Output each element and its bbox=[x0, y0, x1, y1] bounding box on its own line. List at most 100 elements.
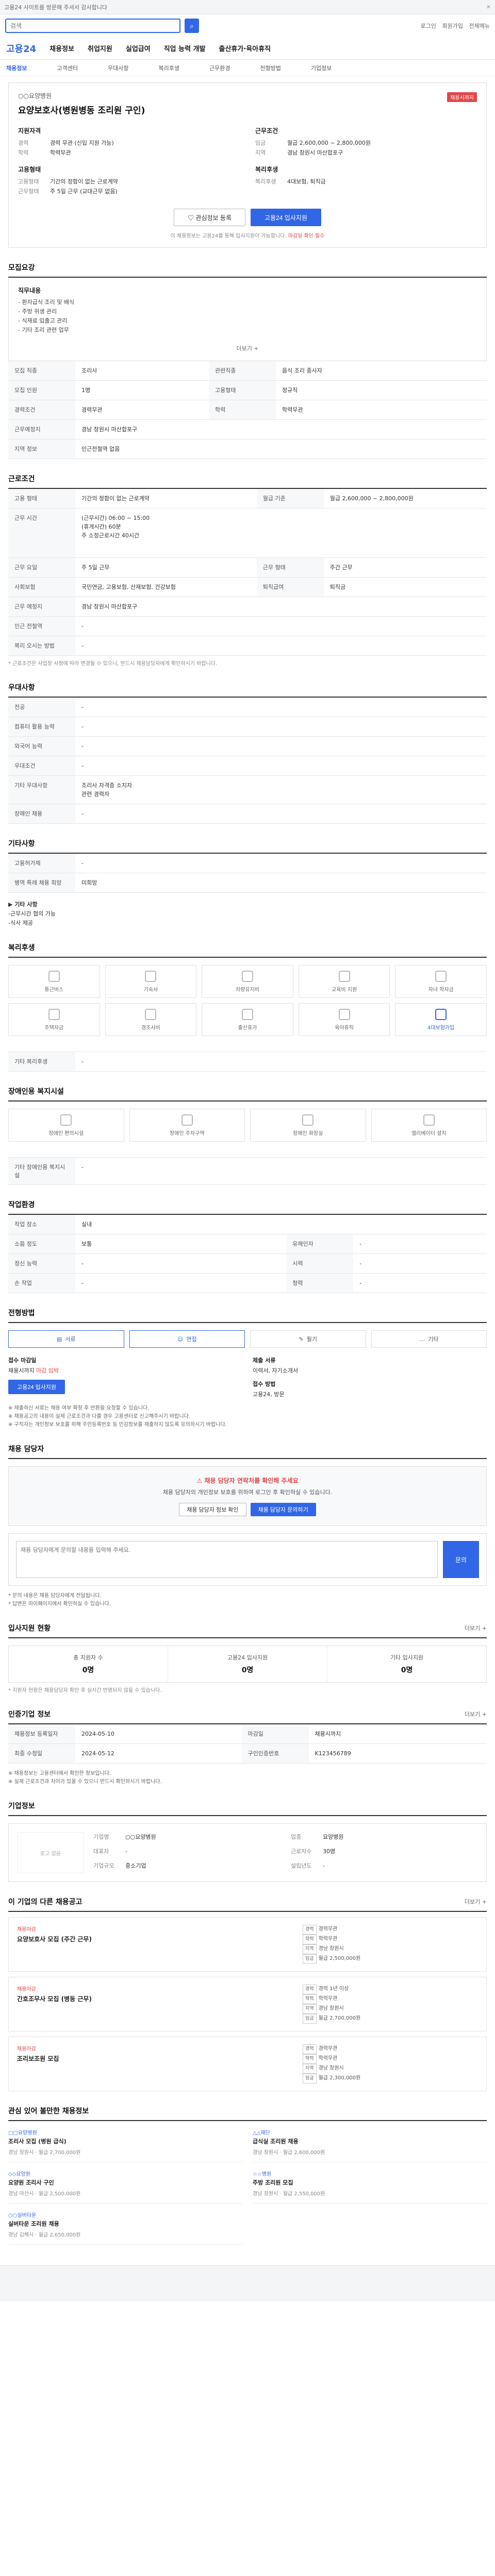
kv-key: 근로자수 bbox=[291, 1848, 312, 1855]
inquiry-submit-button[interactable]: 문의 bbox=[443, 1541, 479, 1578]
table-row: 경력조건 경력무관 학력 학력무관 bbox=[8, 400, 487, 420]
kv-value: 월급 2,600,000 ~ 2,800,000원 bbox=[287, 140, 371, 146]
company-field: 업종 요양병원 bbox=[291, 1832, 478, 1844]
warn-title-text: 채용 담당자 연락처를 확인해 주세요 bbox=[204, 1477, 299, 1484]
welfare-item: 주택자금 bbox=[8, 1003, 100, 1036]
list-item-main: 채용마감 요양보호사 모집 (주간 근무) bbox=[17, 1925, 292, 1964]
list-item[interactable]: ◇◇요양원 요양원 조리사 구인 경남 마산시 · 월급 2,500,000원 bbox=[8, 2170, 242, 2204]
welfare-grid: 통근버스 기숙사 차량유지비 교육비 지원 자녀 학자금 주택자금 경조사비 출… bbox=[8, 965, 487, 1036]
util-join[interactable]: 회원가입 bbox=[442, 23, 463, 29]
contact-warn-box: ⚠ 채용 담당자 연락처를 확인해 주세요 채용 담당자의 개인정보 보호를 위… bbox=[8, 1466, 487, 1526]
section-title: 인증기업 정보 더보기 + bbox=[8, 1709, 487, 1724]
stat-label: 총 지원자 수 bbox=[73, 1654, 103, 1661]
company-field: 설립년도 - bbox=[291, 1861, 478, 1873]
tab-center[interactable]: 고객센터 bbox=[57, 64, 77, 72]
conditions-note: * 근로조건은 사업장 사정에 따라 변경될 수 있으니, 반드시 채용담당자에… bbox=[8, 661, 218, 667]
gnb-item[interactable]: 출산휴가·육아휴직 bbox=[219, 43, 271, 53]
util-allmenu[interactable]: 전체메뉴 bbox=[469, 23, 490, 29]
row-value: - bbox=[75, 636, 487, 656]
disability-extra-table: 기타 장애인용 복지시설 - bbox=[8, 1157, 487, 1185]
interest-label: 관심정보 등록 bbox=[195, 214, 232, 222]
stat-value: 0명 bbox=[82, 1666, 94, 1674]
row-value: - bbox=[75, 1253, 287, 1274]
kv-value: 중소기업 bbox=[125, 1862, 146, 1869]
conditions-table: 고용 형태 기간의 정함이 없는 근로계약 월급 기준 월급 2,600,000 ~ … bbox=[8, 489, 487, 656]
section-status: 입사지원 현황 더보기 + 총 지원자 수 0명 고용24 입사지원 0명 기타 입사… bbox=[8, 1623, 487, 1694]
gnb-item[interactable]: 직업 능력 개발 bbox=[164, 43, 206, 53]
meta-value: 학력무관 bbox=[318, 2056, 338, 2061]
inquiry-input[interactable] bbox=[16, 1541, 438, 1578]
close-icon[interactable]: ✕ bbox=[486, 4, 491, 10]
section-contact: 채용 담당자 ⚠ 채용 담당자 연락처를 확인해 주세요 채용 담당자의 개인정… bbox=[8, 1444, 487, 1608]
row-value: 보통 bbox=[75, 1234, 287, 1254]
welfare-label: 통근버스 bbox=[44, 987, 64, 993]
search-button[interactable]: ⌕ bbox=[185, 19, 199, 33]
gnb-item[interactable]: 실업급여 bbox=[126, 43, 151, 53]
table-row: 기타 우대사항 조리사 자격증 소지자 관련 경력자 bbox=[8, 775, 487, 804]
gift-icon bbox=[145, 1008, 157, 1020]
tab-method[interactable]: 전형방법 bbox=[260, 64, 280, 72]
tab-welfare[interactable]: 복리후생 bbox=[158, 64, 179, 72]
row-value: (근무시간) 06:00 ~ 15:00 (휴게시간) 60분 주 소정근로시간… bbox=[75, 508, 487, 558]
section-title: 관심 있어 볼만한 채용정보 bbox=[8, 2106, 487, 2121]
list-item-meta: 경력 경력 1년 이상 학력 학력무관 지역 경남 창원시 임금 월급 2,700,00… bbox=[303, 1985, 478, 2024]
tab-env[interactable]: 근무환경 bbox=[209, 64, 230, 72]
apply-info: 접수 마감일 채용시까지 마감 임박 고용24 입사지원 제출 서류 이력서, … bbox=[8, 1356, 487, 1398]
interest-button[interactable]: ♡ 관심정보 등록 bbox=[174, 209, 245, 226]
util-login[interactable]: 로그인 bbox=[421, 23, 436, 29]
duty-more[interactable]: 더보기 + bbox=[18, 344, 477, 352]
list-item[interactable]: 채용마감 간호조무사 모집 (병동 근무) 경력 경력 1년 이상 학력 학력무관 지… bbox=[8, 1977, 487, 2031]
more-link[interactable]: 더보기 + bbox=[465, 1624, 487, 1632]
table-row: 채용정보 등록일자 2024-05-10 마감일 채용시까지 bbox=[8, 1724, 487, 1744]
list-item[interactable]: □□요양병원 조리사 모집 (병원 급식) 경남 창원시 · 월급 2,700,00… bbox=[8, 2128, 242, 2162]
list-item[interactable]: ☆☆병원 주방 조리원 모집 경남 창원시 · 월급 2,550,000원 bbox=[253, 2170, 487, 2204]
rec-title: 조리사 모집 (병원 급식) bbox=[8, 2138, 67, 2145]
section-title: 기업정보 bbox=[8, 1801, 487, 1816]
row-value: K123456789 bbox=[308, 1743, 487, 1764]
list-item[interactable]: △△재단 급식실 조리원 채용 경남 창원시 · 월급 2,600,000원 bbox=[253, 2128, 487, 2162]
row-key: 지역 정보 bbox=[8, 439, 75, 459]
tab-company[interactable]: 기업정보 bbox=[311, 64, 332, 72]
tab-pref[interactable]: 우대사항 bbox=[108, 64, 128, 72]
house-icon bbox=[145, 970, 157, 982]
list-item[interactable]: 채용마감 요양보호사 모집 (주간 근무) 경력 경력무관 학력 학력무관 지역 경남 … bbox=[8, 1917, 487, 1972]
page: 고용24 사이트를 방문해 주셔서 감사합니다 ✕ ⌕ 로그인 회원가입 전체메… bbox=[0, 0, 495, 2301]
tag: 경력 bbox=[303, 2044, 317, 2054]
table-row: 인근 전철역 - bbox=[8, 616, 487, 636]
meta-value: 경남 창원시 bbox=[318, 2006, 344, 2011]
list-item-status: 채용마감 bbox=[17, 2046, 36, 2052]
more-link[interactable]: 더보기 + bbox=[465, 1897, 487, 1906]
contact-info-button[interactable]: 채용 담당자 정보 확인 bbox=[179, 1503, 246, 1516]
row-value: 실내 bbox=[75, 1215, 487, 1234]
rec-meta: 경남 김해시 · 월급 2,650,000원 bbox=[8, 2232, 81, 2238]
disability-item: 장애인 주차구역 bbox=[129, 1109, 245, 1142]
gnb-item[interactable]: 채용정보 bbox=[50, 43, 74, 53]
site-logo[interactable]: 고용24 bbox=[6, 42, 36, 55]
kv-value: - bbox=[125, 1848, 127, 1855]
apply-button-2[interactable]: 고용24 입사지원 bbox=[8, 1380, 65, 1394]
row-key: 컴퓨터 활용 능력 bbox=[8, 717, 75, 737]
rec-meta: 경남 창원시 · 월급 2,550,000원 bbox=[253, 2191, 325, 2197]
row-value: - bbox=[75, 616, 487, 636]
document-icon: ▤ bbox=[56, 1335, 62, 1343]
gnb-item[interactable]: 취업지원 bbox=[88, 43, 112, 53]
etc-memo: ▶ 기타 사항 -근무시간 협의 가능 -식사 제공 bbox=[8, 900, 487, 928]
list-item[interactable]: 채용마감 조리보조원 모집 경력 경력무관 학력 학력무관 지역 경남 창원시 임금 월급… bbox=[8, 2037, 487, 2091]
row-key: 최종 수정일 bbox=[8, 1743, 75, 1764]
disability-item: 장애인 화장실 bbox=[250, 1109, 366, 1142]
section-title: 복리후생 bbox=[8, 942, 487, 958]
alert-icon: ⚠ bbox=[196, 1477, 205, 1484]
list-item-title: 요양보호사 모집 (주간 근무) bbox=[17, 1936, 92, 1943]
kv-key: 지역 bbox=[255, 149, 266, 156]
meta-value: 학력무관 bbox=[318, 1936, 338, 1942]
contact-inquiry-button[interactable]: 채용 담당자 문의하기 bbox=[250, 1503, 316, 1516]
more-link[interactable]: 더보기 + bbox=[465, 1710, 487, 1718]
table-row: 고용허가제 - bbox=[8, 854, 487, 873]
method-label: 서류 bbox=[65, 1336, 76, 1343]
search-input[interactable] bbox=[5, 19, 180, 33]
row-key: 외국어 능력 bbox=[8, 736, 75, 756]
tab-recruit[interactable]: 채용정보 bbox=[6, 64, 27, 72]
list-item[interactable]: ○○실버타운 실버타운 조리원 채용 경남 김해시 · 월급 2,650,000원 bbox=[8, 2211, 242, 2245]
table-row: 복리 오시는 방법 - bbox=[8, 636, 487, 656]
apply-button[interactable]: 고용24 입사지원 bbox=[250, 209, 321, 226]
